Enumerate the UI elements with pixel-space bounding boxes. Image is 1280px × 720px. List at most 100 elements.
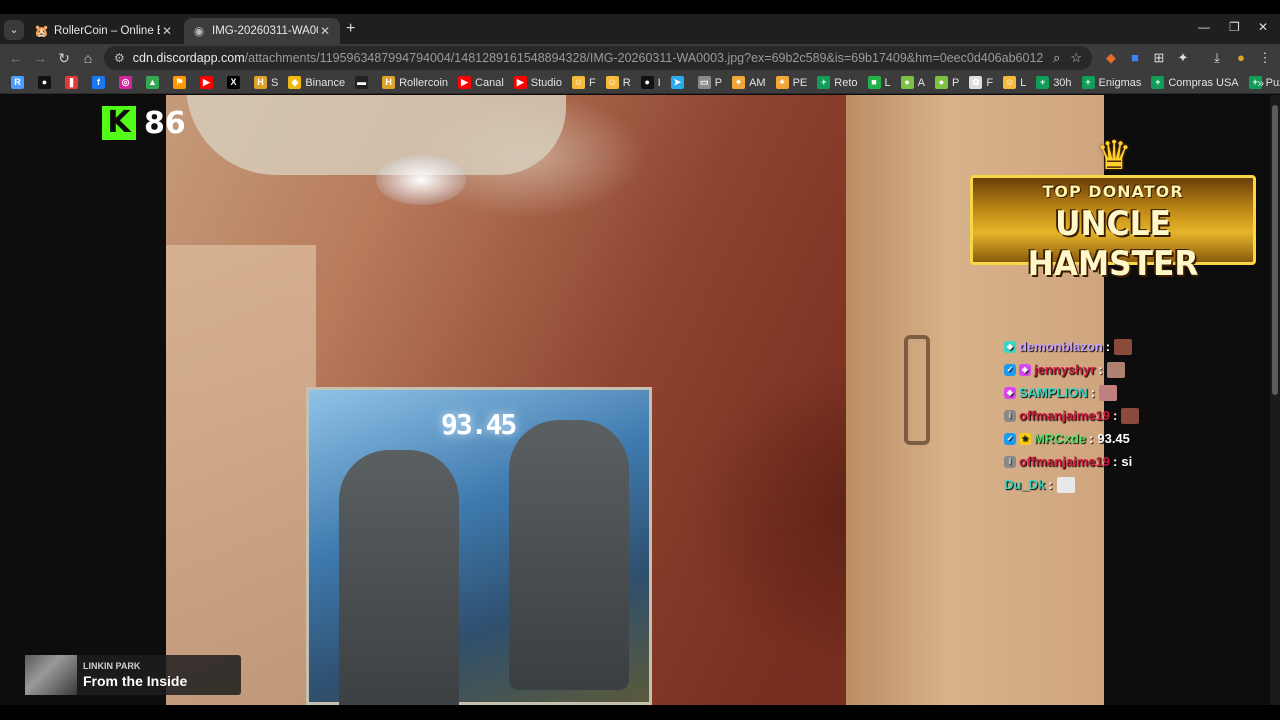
emote-icon <box>1121 407 1140 424</box>
emote-icon <box>1114 338 1133 355</box>
tab-title: IMG-20260311-WA0003.jpg (1 <box>212 25 318 37</box>
bookmark-label: Compras USA <box>1168 76 1239 89</box>
bookmark-5[interactable]: ▲ <box>141 73 168 93</box>
bookmark-15[interactable]: ☺ F <box>567 73 601 93</box>
bookmark-label: Enigmas <box>1098 76 1142 89</box>
tab-title: RollerCoin – Online Bitcoin Mi <box>54 25 160 37</box>
bookmark-25[interactable]: ● P <box>930 73 964 93</box>
address-bar[interactable]: ⚙ cdn.discordapp.com/attachments/1195963… <box>104 46 1092 70</box>
verified-badge-icon: ✓ <box>1004 363 1016 376</box>
close-icon[interactable]: ✕ <box>160 24 174 38</box>
back-button[interactable]: ← <box>6 48 26 68</box>
bookmark-30[interactable]: + Compras USA <box>1146 73 1243 93</box>
telegram-icon: ➤ <box>670 76 684 89</box>
bookmark-12[interactable]: H Rollercoin <box>377 73 453 93</box>
restore-button[interactable]: ❐ <box>1229 20 1240 34</box>
bookmark-20[interactable]: ⌖ AM <box>727 73 771 93</box>
bookmark-13[interactable]: ▶ Canal <box>453 73 509 93</box>
bookmark-27[interactable]: ☺ L <box>998 73 1031 93</box>
bookmark-label: P <box>951 76 960 89</box>
x-icon: X <box>227 76 240 89</box>
bookmark-19[interactable]: ▭ P <box>693 73 727 93</box>
kebab-menu-icon[interactable]: ⋮ <box>1256 49 1274 67</box>
hamster-icon: H <box>254 76 267 89</box>
chat-username[interactable]: SAMPLION <box>1019 385 1088 400</box>
extension-translate-icon[interactable]: ⊞ <box>1150 49 1168 67</box>
site-info-icon[interactable]: ⚙ <box>114 51 125 65</box>
bookmark-2[interactable]: ❚ <box>60 73 87 93</box>
extension-fox-icon[interactable]: ◆ <box>1102 49 1120 67</box>
bookmark-9[interactable]: HS <box>249 73 283 93</box>
tab-image[interactable]: ◉ IMG-20260311-WA0003.jpg (1 ✕ <box>184 18 340 44</box>
chat-username[interactable]: MRCxde <box>1034 431 1086 446</box>
zoom-icon[interactable]: ⌕ <box>1053 50 1060 66</box>
image-viewer[interactable]: 93.45 <box>166 95 1104 705</box>
bookmark-18[interactable]: ➤ <box>666 73 693 93</box>
profile-avatar[interactable]: ● <box>1232 49 1250 67</box>
chat-username[interactable]: demonblazon <box>1019 339 1103 354</box>
bookmark-7[interactable]: ▶ <box>195 73 222 93</box>
bookmarks-overflow-icon[interactable]: » <box>1257 76 1264 90</box>
bookmark-22[interactable]: + Reto <box>812 73 862 93</box>
photo-bathroom-scale: 93.45 <box>306 387 652 705</box>
bookmark-24[interactable]: ● A <box>896 73 930 93</box>
bookmark-label: AM <box>749 76 766 89</box>
home-button[interactable]: ⌂ <box>78 48 98 68</box>
emoji-icon: ☺ <box>605 76 619 89</box>
bookmark-16[interactable]: ☺ R <box>601 73 636 93</box>
photo-tiles <box>166 245 316 705</box>
bookmark-1[interactable]: ● <box>33 73 60 93</box>
bookmark-14[interactable]: ▶ Studio <box>509 73 567 93</box>
page-scrollbar[interactable] <box>1270 95 1280 705</box>
bookmark-10[interactable]: ◆ Binance <box>283 73 350 93</box>
bookmark-28[interactable]: +30h <box>1031 73 1076 93</box>
bookmark-17[interactable]: ● I <box>636 73 666 93</box>
bookmark-26[interactable]: ✿ F <box>964 73 998 93</box>
close-icon[interactable]: ✕ <box>318 24 332 38</box>
bookmark-3[interactable]: f <box>87 73 114 93</box>
bookmark-29[interactable]: + Enigmas <box>1077 73 1147 93</box>
square-icon: ■ <box>867 76 881 89</box>
download-icon[interactable]: ⤓ <box>1208 49 1226 67</box>
extensions-puzzle-icon[interactable]: ✦ <box>1174 49 1192 67</box>
scale-reading: 93.45 <box>441 408 517 441</box>
tab-search-button[interactable]: ⌄ <box>4 20 24 40</box>
bookmark-star-icon[interactable]: ☆ <box>1070 50 1082 66</box>
chat-username[interactable]: offmanjaime19 <box>1019 408 1110 423</box>
chat-username[interactable]: Du_Dk <box>1004 477 1045 492</box>
mod-badge-icon: ◆ <box>1004 340 1016 353</box>
bookmark-23[interactable]: ■ L <box>863 73 896 93</box>
bookmark-4[interactable]: ◎ <box>114 73 141 93</box>
url-text[interactable]: cdn.discordapp.com/attachments/119596348… <box>133 51 1043 65</box>
dark-icon: ▬ <box>355 76 369 89</box>
minimize-button[interactable]: — <box>1198 20 1210 34</box>
bookmark-label: Studio <box>530 76 562 89</box>
forward-button[interactable]: → <box>30 48 50 68</box>
close-window-button[interactable]: ✕ <box>1258 20 1268 34</box>
drive-icon: ▲ <box>146 76 159 89</box>
chat-separator: : <box>1048 477 1053 492</box>
bookmark-6[interactable]: ⚑ <box>168 73 195 93</box>
reload-button[interactable]: ↻ <box>54 48 74 68</box>
tab-rollercoin[interactable]: 🐹 RollerCoin – Online Bitcoin Mi ✕ <box>26 18 182 44</box>
bookmark-8[interactable]: X <box>222 73 249 93</box>
bookmark-21[interactable]: ⌖ PE <box>771 73 813 93</box>
new-tab-button[interactable]: + <box>346 20 355 38</box>
scroll-thumb[interactable] <box>1272 105 1278 395</box>
extension-shield-icon[interactable]: ■ <box>1126 49 1144 67</box>
bookmark-11[interactable]: ▬ <box>350 73 377 93</box>
sheets-icon: + <box>1151 76 1165 89</box>
chat-separator: : <box>1098 362 1103 377</box>
sheets-icon: + <box>1036 76 1050 89</box>
kick-logo-icon: K <box>102 106 136 140</box>
hamster-icon: 🐹 <box>34 24 49 38</box>
chat-username[interactable]: jennyshyr <box>1034 362 1095 377</box>
now-playing-artist: LINKIN PARK <box>83 661 141 671</box>
chat-separator: : <box>1090 385 1095 400</box>
facebook-icon: f <box>92 76 105 89</box>
chat-username[interactable]: offmanjaime19 <box>1019 454 1110 469</box>
chat-separator: : <box>1113 408 1118 423</box>
bookmark-0[interactable]: R <box>6 73 33 93</box>
instagram-icon: ◎ <box>119 76 132 89</box>
chat-message: Du_Dk: <box>1004 473 1204 496</box>
